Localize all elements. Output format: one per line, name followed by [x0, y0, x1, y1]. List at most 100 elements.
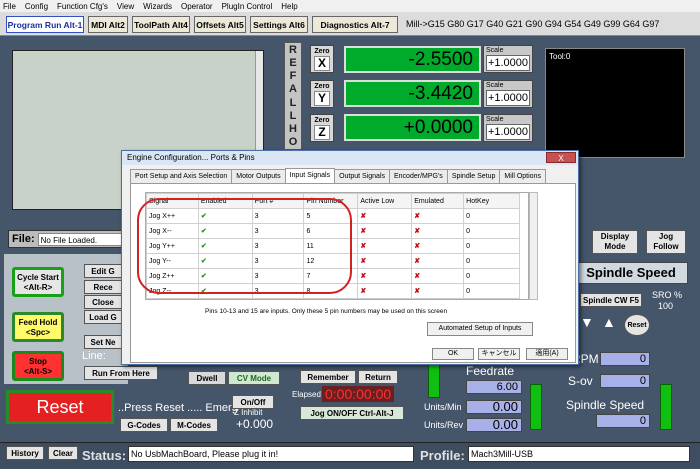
table-row[interactable]: Jog X-- ✔ 3 6 ✘ ✘ 0: [146, 223, 520, 239]
automated-setup-button[interactable]: Automated Setup of Inputs: [427, 322, 533, 336]
emulated-cell[interactable]: ✘: [411, 223, 465, 239]
history-button[interactable]: History: [6, 446, 44, 460]
ref-all-home-button[interactable]: R E F A L L H O: [284, 42, 302, 150]
jog-onoff-button[interactable]: Jog ON/OFF Ctrl-Alt-J: [300, 406, 404, 420]
tab-port-setup[interactable]: Port Setup and Axis Selection: [130, 169, 233, 183]
table-row[interactable]: Jog Z++ ✔ 3 7 ✘ ✘ 0: [146, 268, 520, 284]
clear-button[interactable]: Clear: [48, 446, 78, 460]
port-cell[interactable]: 3: [251, 223, 305, 239]
table-row[interactable]: Jog Y++ ✔ 3 11 ✘ ✘ 0: [146, 238, 520, 254]
tab-encoder-mpgs[interactable]: Encoder/MPG's: [389, 169, 448, 183]
pin-cell[interactable]: 6: [303, 223, 359, 239]
signal-cell[interactable]: Jog Z--: [146, 283, 199, 299]
tab-settings[interactable]: Settings Alt6: [250, 16, 308, 33]
zero-z-button[interactable]: Zero Z: [310, 114, 334, 142]
table-row[interactable]: Jog Y-- ✔ 3 12 ✘ ✘ 0: [146, 253, 520, 269]
enabled-cell[interactable]: ✔: [197, 283, 253, 299]
active-low-cell[interactable]: ✘: [357, 253, 413, 269]
z-inhibit-value[interactable]: +0.000: [236, 417, 273, 431]
menu-wizards[interactable]: Wizards: [143, 2, 172, 11]
gcodes-button[interactable]: G-Codes: [120, 418, 168, 432]
mcodes-button[interactable]: M-Codes: [170, 418, 218, 432]
close-gcode-button[interactable]: Close: [84, 295, 122, 309]
emulated-cell[interactable]: ✘: [411, 298, 465, 299]
port-cell[interactable]: 3: [251, 283, 305, 299]
hotkey-cell[interactable]: 0: [463, 208, 520, 224]
menu-help[interactable]: Help: [281, 2, 297, 11]
tab-input-signals[interactable]: Input Signals: [284, 168, 336, 183]
tab-mill-options[interactable]: Mill Options: [499, 169, 546, 183]
feedrate-value[interactable]: 6.00: [466, 380, 522, 394]
signal-cell[interactable]: Jog Y++: [146, 238, 199, 254]
cancel-button[interactable]: キャンセル: [478, 348, 520, 360]
hotkey-cell[interactable]: 0: [463, 223, 520, 239]
enabled-cell[interactable]: ✘: [197, 298, 253, 299]
port-cell[interactable]: 3: [251, 268, 305, 284]
z-scale-value[interactable]: +1.0000: [486, 124, 530, 140]
tab-motor-outputs[interactable]: Motor Outputs: [231, 169, 286, 183]
stop-button[interactable]: Stop <Alt-S>: [12, 351, 64, 381]
pin-cell[interactable]: 12: [303, 253, 359, 269]
tab-toolpath[interactable]: ToolPath Alt4: [132, 16, 190, 33]
z-dro[interactable]: +0.0000: [344, 114, 481, 141]
y-scale-value[interactable]: +1.0000: [486, 90, 530, 106]
signal-cell[interactable]: Jog X--: [146, 223, 199, 239]
display-mode-button[interactable]: Display Mode: [592, 230, 638, 254]
zero-x-button[interactable]: Zero X: [310, 45, 334, 73]
signal-cell[interactable]: Jog X++: [146, 208, 199, 224]
emulated-cell[interactable]: ✘: [411, 208, 465, 224]
enabled-cell[interactable]: ✔: [197, 238, 253, 254]
pin-cell[interactable]: 11: [303, 238, 359, 254]
menu-plugin-control[interactable]: PlugIn Control: [222, 2, 273, 11]
jog-follow-button[interactable]: Jog Follow: [646, 230, 686, 254]
hotkey-cell[interactable]: 0: [463, 238, 520, 254]
x-dro[interactable]: -2.5500: [344, 46, 481, 73]
emulated-cell[interactable]: ✘: [411, 238, 465, 254]
enabled-cell[interactable]: ✔: [197, 208, 253, 224]
run-from-here-button[interactable]: Run From Here: [84, 366, 158, 380]
emulated-cell[interactable]: ✘: [411, 283, 465, 299]
enabled-cell[interactable]: ✔: [197, 253, 253, 269]
menu-file[interactable]: File: [3, 2, 16, 11]
close-icon[interactable]: X: [546, 152, 576, 163]
emulated-cell[interactable]: ✘: [411, 253, 465, 269]
tab-offsets[interactable]: Offsets Alt5: [194, 16, 246, 33]
grid-scrollbar[interactable]: [529, 192, 538, 300]
tab-mdi[interactable]: MDI Alt2: [88, 16, 128, 33]
spindle-cw-button[interactable]: Spindle CW F5: [580, 293, 642, 307]
apply-button[interactable]: 適用(A): [526, 348, 568, 360]
pin-cell[interactable]: 0: [303, 298, 359, 299]
table-row[interactable]: Jog X++ ✔ 3 5 ✘ ✘ 0: [146, 208, 520, 224]
tab-diagnostics[interactable]: Diagnostics Alt-7: [312, 16, 398, 33]
set-next-line-button[interactable]: Set Ne: [84, 335, 122, 349]
remember-button[interactable]: Remember: [300, 370, 356, 384]
x-scale-value[interactable]: +1.0000: [486, 55, 530, 71]
cycle-start-button[interactable]: Cycle Start <Alt-R>: [12, 267, 64, 297]
port-cell[interactable]: 3: [251, 208, 305, 224]
sro-reset-button[interactable]: Reset: [624, 314, 650, 336]
return-button[interactable]: Return: [358, 370, 398, 384]
feed-hold-button[interactable]: Feed Hold <Spc>: [12, 312, 64, 342]
table-row[interactable]: Jog Z-- ✔ 3 8 ✘ ✘ 0: [146, 283, 520, 299]
port-cell[interactable]: 3: [251, 253, 305, 269]
hotkey-cell[interactable]: 0: [463, 298, 520, 299]
menu-operator[interactable]: Operator: [181, 2, 213, 11]
zero-y-button[interactable]: Zero Y: [310, 80, 334, 108]
hotkey-cell[interactable]: 0: [463, 283, 520, 299]
reset-button[interactable]: Reset: [6, 390, 114, 424]
active-low-cell[interactable]: ✘: [357, 208, 413, 224]
emulated-cell[interactable]: ✘: [411, 268, 465, 284]
active-low-cell[interactable]: ✘: [357, 268, 413, 284]
enabled-cell[interactable]: ✔: [197, 223, 253, 239]
active-low-cell[interactable]: ✘: [357, 283, 413, 299]
signal-cell[interactable]: Jog Y--: [146, 253, 199, 269]
active-low-cell[interactable]: ✘: [357, 223, 413, 239]
tab-program-run[interactable]: Program Run Alt-1: [6, 16, 84, 33]
spindle-up-icon[interactable]: ▲: [602, 314, 616, 330]
z-inhibit-toggle[interactable]: On/Off: [232, 395, 274, 409]
active-low-cell[interactable]: ✘: [357, 238, 413, 254]
ok-button[interactable]: OK: [432, 348, 474, 360]
tab-spindle-setup[interactable]: Spindle Setup: [446, 169, 501, 183]
hotkey-cell[interactable]: 0: [463, 268, 520, 284]
load-gcode-button[interactable]: Load G: [84, 310, 122, 324]
